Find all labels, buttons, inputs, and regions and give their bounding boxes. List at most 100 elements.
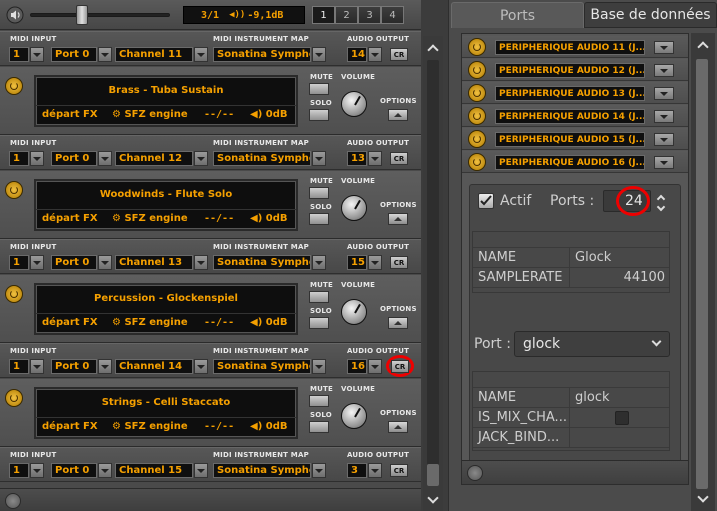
chevron-down-icon[interactable] [654,156,674,169]
solo-button[interactable] [309,213,329,225]
midi-channel-select[interactable]: Channel 13 [115,255,208,270]
fx-send[interactable]: départ FX [42,109,98,120]
midi-port-select[interactable]: Port 0 [51,255,112,270]
page-tab-4[interactable]: 4 [381,6,404,24]
scroll-up-icon[interactable] [424,40,442,56]
volume-knob[interactable] [341,299,367,325]
engine-label[interactable]: ⚙ SFZ engine [112,109,188,120]
ports-value[interactable]: 24 [625,193,643,209]
solo-button[interactable] [309,421,329,433]
chevron-down-icon[interactable] [654,64,674,77]
midi-channel-select[interactable]: Channel 15 [115,463,208,478]
device-name[interactable]: PERIPHERIQUE AUDIO 16 (J... [495,155,645,170]
scroll-up-icon[interactable] [694,37,712,53]
mute-button[interactable] [309,395,329,407]
midi-channel-select[interactable]: Channel 12 [115,151,208,166]
volume-knob[interactable] [341,403,367,429]
mute-button[interactable] [309,291,329,303]
audio-output-select[interactable]: 16 [347,359,382,374]
tab-database[interactable]: Base de données [584,2,717,28]
power-icon[interactable] [468,153,486,171]
solo-button[interactable] [309,317,329,329]
chevron-down-icon[interactable] [654,41,674,54]
scroll-down-icon[interactable] [694,491,712,507]
instrument-map-select[interactable]: Sonatina Sympho... [213,255,326,270]
device-name[interactable]: PERIPHERIQUE AUDIO 12 (J... [495,63,645,78]
midi-input-select[interactable]: 1 [9,359,44,374]
fx-send[interactable]: départ FX [42,317,98,328]
midi-port-select[interactable]: Port 0 [51,359,112,374]
instrument-map-select[interactable]: Sonatina Sympho... [213,359,326,374]
mix-checkbox[interactable] [615,410,629,425]
mute-button[interactable] [309,83,329,95]
midi-channel-select[interactable]: Channel 11 [115,47,208,62]
audio-output-select[interactable]: 13 [347,151,382,166]
power-icon[interactable] [468,38,486,56]
power-icon[interactable] [5,493,21,509]
power-icon[interactable] [468,84,486,102]
volume-knob[interactable] [341,195,367,221]
midi-port-select[interactable]: Port 0 [51,151,112,166]
fx-send[interactable]: départ FX [42,213,98,224]
scroll-thumb[interactable] [427,464,439,486]
midi-input-select[interactable]: 1 [9,463,44,478]
audio-output-select[interactable]: 3 [347,463,382,478]
tab-ports[interactable]: Ports [451,2,584,28]
ports-scrollbar[interactable] [691,33,715,511]
midi-input-select[interactable]: 1 [9,151,44,166]
speaker-icon[interactable] [6,6,24,24]
cr-button[interactable]: CR [390,152,408,165]
page-tab-1[interactable]: 1 [312,6,335,24]
cr-button[interactable]: CR [390,256,408,269]
engine-label[interactable]: ⚙ SFZ engine [112,421,188,432]
audio-output-select[interactable]: 14 [347,47,382,62]
chevron-down-icon[interactable] [654,87,674,100]
power-icon[interactable] [5,285,23,303]
midi-port-select[interactable]: Port 0 [51,463,112,478]
power-icon[interactable] [468,107,486,125]
scroll-track[interactable] [427,60,439,486]
options-button[interactable] [388,317,408,329]
instrument-map-select[interactable]: Sonatina Sympho... [213,151,326,166]
master-volume-track[interactable] [30,13,170,17]
power-icon[interactable] [467,465,483,481]
device-name[interactable]: PERIPHERIQUE AUDIO 11 (J... [495,40,645,55]
midi-input-select[interactable]: 1 [9,255,44,270]
scroll-down-icon[interactable] [424,492,442,508]
midi-channel-select[interactable]: Channel 14 [115,359,208,374]
volume-knob[interactable] [341,91,367,117]
scroll-thumb[interactable] [696,59,708,489]
midi-input-select[interactable]: 1 [9,47,44,62]
options-button[interactable] [388,421,408,433]
options-button[interactable] [388,109,408,121]
page-tab-2[interactable]: 2 [335,6,358,24]
engine-label[interactable]: ⚙ SFZ engine [112,213,188,224]
audio-output-select[interactable]: 15 [347,255,382,270]
power-icon[interactable] [468,61,486,79]
power-icon[interactable] [5,181,23,199]
power-icon[interactable] [5,77,23,95]
device-name[interactable]: PERIPHERIQUE AUDIO 13 (J... [495,86,645,101]
chevron-down-icon[interactable] [654,110,674,123]
fx-send[interactable]: départ FX [42,421,98,432]
power-icon[interactable] [5,389,23,407]
mute-button[interactable] [309,187,329,199]
solo-button[interactable] [309,109,329,121]
instrument-map-select[interactable]: Sonatina Sympho... [213,47,326,62]
port-select[interactable]: glock [514,331,670,357]
power-icon[interactable] [468,130,486,148]
cr-button[interactable]: CR [390,48,408,61]
engine-label[interactable]: ⚙ SFZ engine [112,317,188,328]
midi-port-select[interactable]: Port 0 [51,47,112,62]
instrument-map-select[interactable]: Sonatina Sympho... [213,463,326,478]
page-tab-3[interactable]: 3 [358,6,381,24]
active-checkbox[interactable] [478,193,494,209]
device-name[interactable]: PERIPHERIQUE AUDIO 15 (J... [495,132,645,147]
chevron-down-icon[interactable] [654,133,674,146]
cr-button[interactable]: CR [390,464,408,477]
device-name[interactable]: PERIPHERIQUE AUDIO 14 (J... [495,109,645,124]
mixer-scrollbar[interactable] [423,36,443,511]
cr-button[interactable]: CR [391,360,409,373]
master-volume-slider[interactable] [76,5,88,25]
options-button[interactable] [388,213,408,225]
